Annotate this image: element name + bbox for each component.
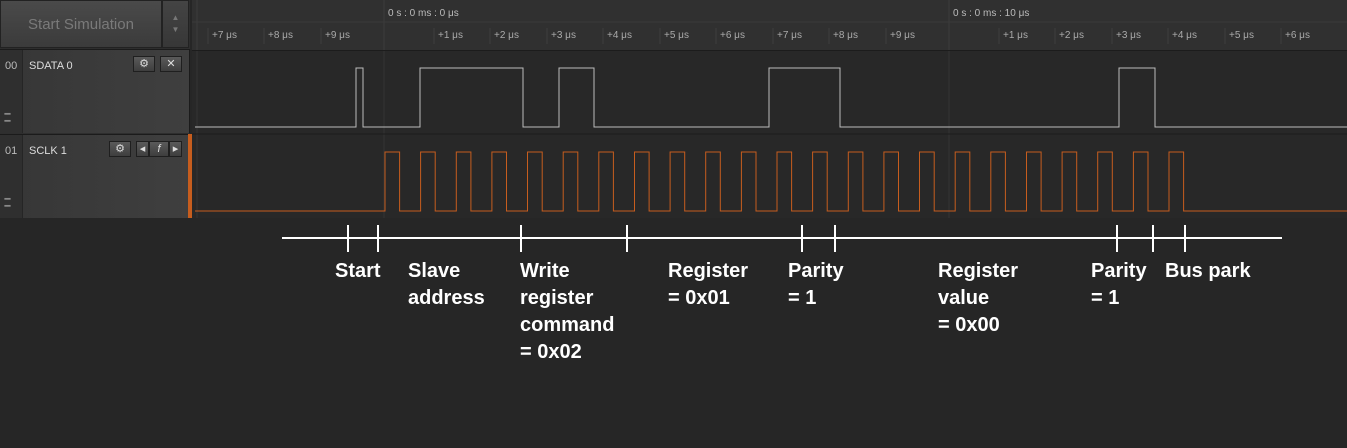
- annotation-timeline: [282, 225, 1282, 252]
